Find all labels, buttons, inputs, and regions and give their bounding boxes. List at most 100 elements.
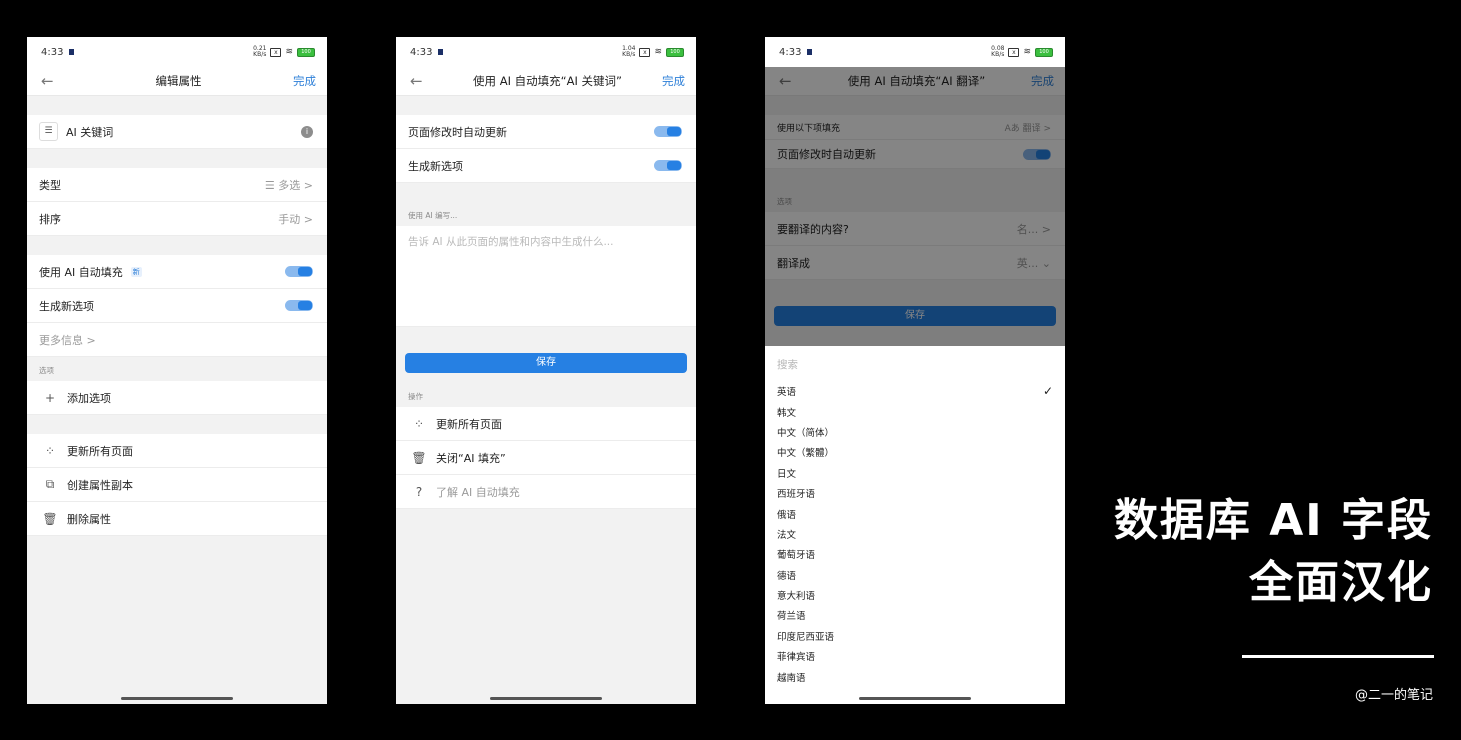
checkmark-icon: ✓ xyxy=(1042,384,1053,399)
sim-icon: x xyxy=(270,47,282,57)
home-indicator[interactable] xyxy=(859,697,971,700)
language-option[interactable]: 菲律宾语 xyxy=(765,646,1065,666)
language-option[interactable]: 荷兰语 xyxy=(765,605,1065,625)
learn-ai-fill-row[interactable]: ? 了解 AI 自动填充 xyxy=(396,475,696,509)
status-bar: 4:33 1.04 KB/s x ≋ 100 xyxy=(396,37,696,67)
add-option-row[interactable]: + 添加选项 xyxy=(27,381,327,415)
generate-options-row[interactable]: 生成新选项 xyxy=(27,289,327,323)
headline-line2: 全面汉化 xyxy=(1249,557,1433,608)
action-label: 了解 AI 自动填充 xyxy=(436,485,520,499)
language-option[interactable]: 印度尼西亚语 xyxy=(765,626,1065,646)
language-option[interactable]: 意大利语 xyxy=(765,585,1065,605)
language-option[interactable]: 日文 xyxy=(765,463,1065,483)
help-circle-icon: ? xyxy=(415,484,423,499)
language-option[interactable]: 越南语 xyxy=(765,666,1065,686)
update-all-pages-row[interactable]: ⁘ 更新所有页面 xyxy=(396,407,696,441)
generate-options-toggle[interactable] xyxy=(654,160,682,171)
home-indicator[interactable] xyxy=(121,697,233,700)
sim-icon: x xyxy=(639,47,651,57)
options-section-label: 选项 xyxy=(39,366,54,375)
rate-unit: KB/s xyxy=(991,51,1005,58)
copy-icon: ⧉ xyxy=(45,477,55,491)
type-row[interactable]: 类型 ☰ 多选 > xyxy=(27,168,327,202)
rate-unit: KB/s xyxy=(622,51,636,58)
wifi-icon: ≋ xyxy=(654,47,662,57)
plus-icon: + xyxy=(44,390,56,405)
action-label: 更新所有页面 xyxy=(67,444,133,458)
sort-row[interactable]: 排序 手动 > xyxy=(27,202,327,236)
property-name-row[interactable]: ☰ AI 关键词 i xyxy=(27,115,327,149)
multi-select-list-icon[interactable]: ☰ xyxy=(39,122,58,141)
language-option[interactable]: 葡萄牙语 xyxy=(765,544,1065,564)
nav-bar: ← 使用 AI 自动填充“AI 关键词” 完成 xyxy=(396,67,696,96)
sort-value: 手动 > xyxy=(278,212,313,226)
language-picker-sheet: 搜索 英语 ✓ 韩文中文（简体） 中文（繁體） 日文西班牙语俄语法文葡萄牙语 德语意大利语… xyxy=(765,346,1065,704)
prompt-textarea[interactable]: 告诉 AI 从此页面的属性和内容中生成什么... xyxy=(396,226,696,327)
language-list: 英语 ✓ 韩文中文（简体） 中文（繁體） 日文西班牙语俄语法文葡萄牙语 德语意大利语荷兰语… xyxy=(765,381,1065,687)
generate-options-label: 生成新选项 xyxy=(408,159,463,173)
sparkle-icon: ⁘ xyxy=(44,443,56,458)
status-time: 4:33 xyxy=(410,46,433,58)
info-icon[interactable]: i xyxy=(301,125,313,138)
ai-autofill-row[interactable]: 使用 AI 自动填充新 xyxy=(27,255,327,289)
add-option-label: 添加选项 xyxy=(67,391,111,405)
ai-autofill-label: 使用 AI 自动填充 xyxy=(39,265,123,279)
language-option[interactable]: 法文 xyxy=(765,524,1065,544)
language-option[interactable]: 英语 ✓ xyxy=(765,381,1065,401)
home-indicator[interactable] xyxy=(490,697,602,700)
language-label: 中文（简体） xyxy=(777,427,835,439)
language-label: 印度尼西亚语 xyxy=(777,631,835,643)
page-title: 编辑属性 xyxy=(155,74,202,88)
ai-autofill-toggle[interactable] xyxy=(285,266,313,277)
wifi-icon: ≋ xyxy=(285,47,293,57)
auto-update-toggle[interactable] xyxy=(654,126,682,137)
language-label: 俄语 xyxy=(777,509,797,521)
language-label: 意大利语 xyxy=(777,591,816,603)
sim-icon: x xyxy=(1008,47,1020,57)
language-option[interactable]: 中文（简体） xyxy=(765,422,1065,442)
phone-ai-autofill-translate: 4:33 0.08 KB/s x ≋ 100 ← 使用 AI 自动填充“AI 翻译… xyxy=(765,37,1065,704)
wifi-icon: ≋ xyxy=(1023,47,1031,57)
language-option[interactable]: 俄语 xyxy=(765,503,1065,523)
action-label: 更新所有页面 xyxy=(436,417,502,431)
property-name[interactable]: AI 关键词 xyxy=(66,124,113,140)
disable-ai-fill-row[interactable]: 🗑 关闭“AI 填充” xyxy=(396,441,696,475)
language-option[interactable]: 韩文 xyxy=(765,401,1065,421)
nav-bar: ← 编辑属性 完成 xyxy=(27,67,327,96)
status-time: 4:33 xyxy=(41,46,64,58)
phone-edit-property: 4:33 0.21 KB/s x ≋ 100 ← 编辑属性 完成 ☰ AI 关键词 … xyxy=(27,37,327,704)
language-label: 法文 xyxy=(777,529,797,541)
language-option[interactable]: 中文（繁體） xyxy=(765,442,1065,462)
page-title: 使用 AI 自动填充“AI 关键词” xyxy=(473,74,622,88)
status-time: 4:33 xyxy=(779,46,802,58)
author-credit: @二一的笔记 xyxy=(1354,688,1433,703)
language-label: 西班牙语 xyxy=(777,489,816,501)
status-bar: 4:33 0.21 KB/s x ≋ 100 xyxy=(27,37,327,67)
more-info-link[interactable]: 更多信息 > xyxy=(27,323,327,357)
duplicate-property-row[interactable]: ⧉ 创建属性副本 xyxy=(27,468,327,502)
headline: 数据库 AI 字段 全面汉化 xyxy=(1114,490,1433,614)
done-button[interactable]: 完成 xyxy=(276,73,316,89)
network-rate: 0.21 KB/s xyxy=(253,46,266,58)
language-option[interactable]: 西班牙语 xyxy=(765,483,1065,503)
generate-options-toggle[interactable] xyxy=(285,300,313,311)
status-bar: 4:33 0.08 KB/s x ≋ 100 xyxy=(765,37,1065,67)
save-button[interactable]: 保存 xyxy=(405,353,687,373)
generate-options-row[interactable]: 生成新选项 xyxy=(396,149,696,183)
phone-ai-autofill-keywords: 4:33 1.04 KB/s x ≋ 100 ← 使用 AI 自动填充“AI 关键… xyxy=(396,37,696,704)
notification-icon xyxy=(807,49,813,55)
modal-overlay[interactable] xyxy=(765,67,1065,346)
done-button[interactable]: 完成 xyxy=(645,73,685,89)
language-option[interactable]: 德语 xyxy=(765,565,1065,585)
update-all-pages-row[interactable]: ⁘ 更新所有页面 xyxy=(27,434,327,468)
back-arrow-icon[interactable]: ← xyxy=(41,72,81,90)
search-input[interactable]: 搜索 xyxy=(765,346,1065,381)
auto-update-row[interactable]: 页面修改时自动更新 xyxy=(396,115,696,149)
prompt-section-label: 使用 AI 编写... xyxy=(408,211,458,220)
action-label: 关闭“AI 填充” xyxy=(436,451,506,465)
type-label: 类型 xyxy=(39,178,61,192)
back-arrow-icon[interactable]: ← xyxy=(410,72,450,90)
delete-property-row[interactable]: 🗑 删除属性 xyxy=(27,502,327,536)
language-label: 日文 xyxy=(777,468,797,480)
language-label: 荷兰语 xyxy=(777,611,806,623)
